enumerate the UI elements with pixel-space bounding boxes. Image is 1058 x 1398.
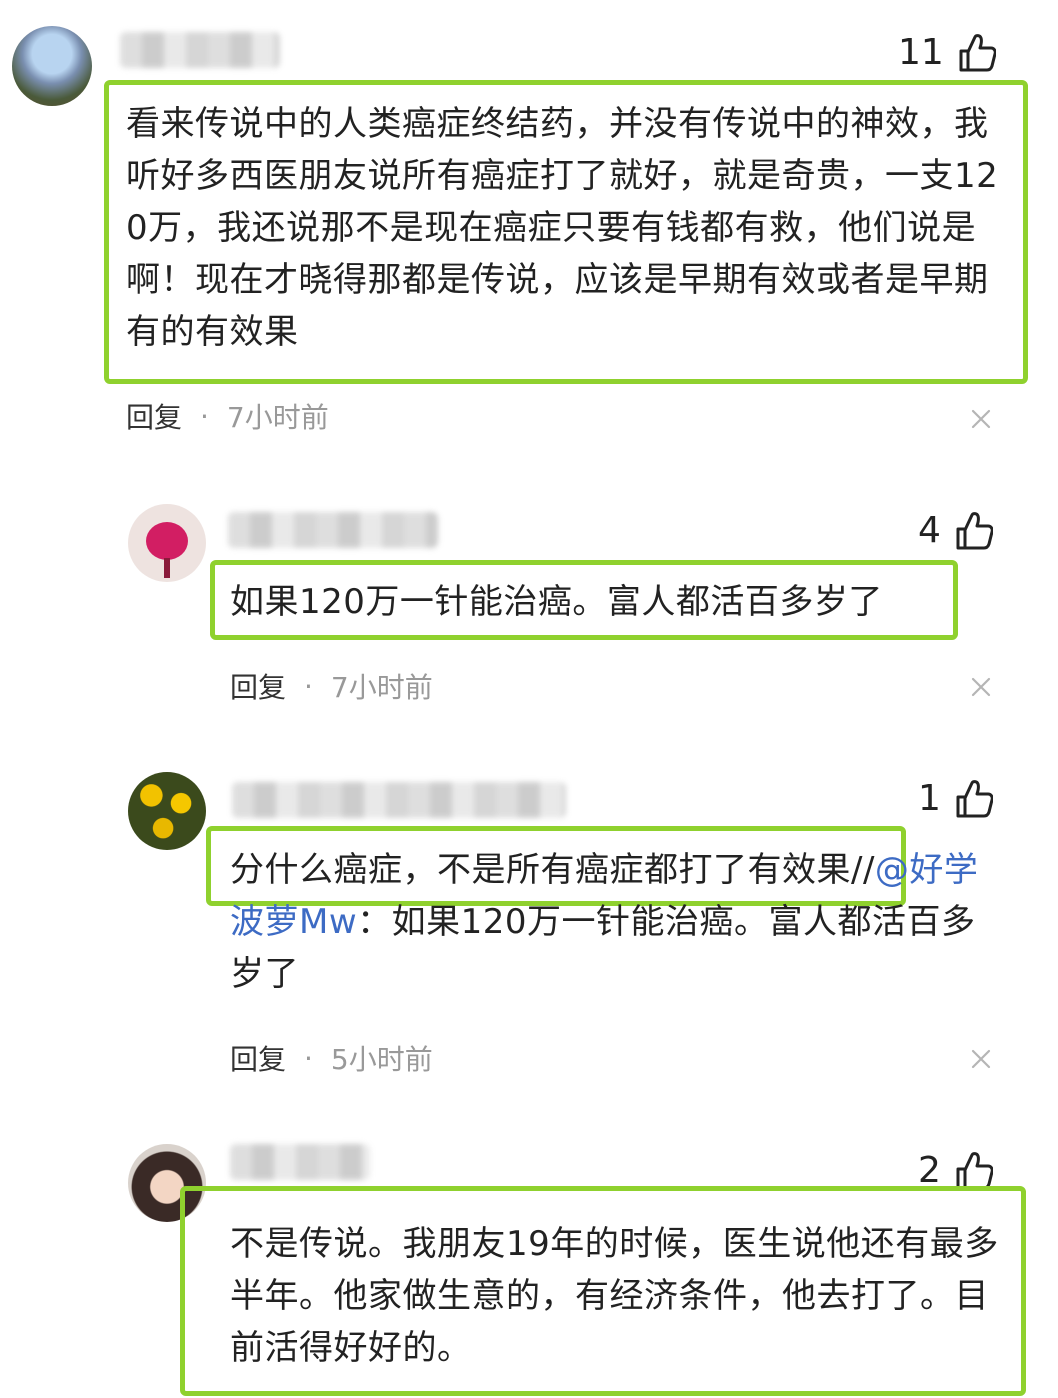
like-count: 4	[918, 510, 941, 551]
avatar-figure	[146, 522, 188, 560]
avatar[interactable]	[12, 26, 92, 106]
comment-text: 看来传说中的人类癌症终结药，并没有传说中的神效，我听好多西医朋友说所有癌症打了就…	[126, 104, 999, 352]
comment-text: 不是传说。我朋友19年的时候，医生说他还有最多半年。他家做生意的，有经济条件，他…	[230, 1224, 999, 1368]
close-icon[interactable]	[970, 408, 992, 430]
timestamp: 7小时前	[330, 671, 433, 704]
username-blurred[interactable]	[232, 782, 566, 818]
avatar[interactable]	[128, 504, 206, 582]
comment-1: 11 看来传说中的人类癌症终结药，并没有传说中的神效，我听好多西医朋友说所有癌症…	[0, 0, 1058, 450]
separator-dot: ·	[304, 1041, 313, 1075]
like-count: 11	[898, 32, 944, 73]
comment-2: 4 如果120万一针能治癌。富人都活百多岁了 回复 · 7小时前	[0, 490, 1058, 720]
reply-button[interactable]: 回复	[230, 666, 286, 706]
timestamp: 5小时前	[330, 1043, 433, 1076]
reply-button[interactable]: 回复	[230, 1038, 286, 1078]
comment-meta: 回复 · 5小时前	[230, 1038, 433, 1078]
like-count: 1	[918, 778, 941, 819]
comment-3: 1 分什么癌症，不是所有癌症都打了有效果//@好学波萝Mw：如果120万一针能治…	[0, 760, 1058, 1100]
separator-dot: ·	[304, 669, 313, 703]
comment-meta: 回复 · 7小时前	[126, 396, 329, 436]
thumbs-up-icon[interactable]	[958, 33, 996, 73]
comment-text: 如果120万一针能治癌。富人都活百多岁了	[230, 582, 883, 622]
close-icon[interactable]	[970, 1048, 992, 1070]
like-group[interactable]: 1	[918, 778, 993, 819]
comment-text-main: 分什么癌症，不是所有癌症都打了有效果//	[230, 850, 875, 890]
thumbs-up-icon[interactable]	[955, 779, 993, 819]
username-blurred[interactable]	[228, 512, 438, 548]
like-group[interactable]: 2	[918, 1150, 993, 1191]
like-count: 2	[918, 1150, 941, 1191]
comment-4: 2 不是传说。我朋友19年的时候，医生说他还有最多半年。他家做生意的，有经济条件…	[0, 1130, 1058, 1398]
avatar-stem	[164, 558, 170, 578]
like-group[interactable]: 4	[918, 510, 993, 551]
username-blurred[interactable]	[230, 1144, 370, 1180]
thumbs-up-icon[interactable]	[955, 1151, 993, 1191]
separator-dot: ·	[200, 399, 209, 433]
like-group[interactable]: 11	[898, 32, 996, 73]
close-icon[interactable]	[970, 676, 992, 698]
comment-meta: 回复 · 7小时前	[230, 666, 433, 706]
comment-text: 分什么癌症，不是所有癌症都打了有效果//@好学波萝Mw：如果120万一针能治癌。…	[230, 844, 1000, 1000]
avatar[interactable]	[128, 772, 206, 850]
username-blurred[interactable]	[120, 32, 280, 68]
thumbs-up-icon[interactable]	[955, 511, 993, 551]
timestamp: 7小时前	[226, 401, 329, 434]
reply-button[interactable]: 回复	[126, 396, 182, 436]
